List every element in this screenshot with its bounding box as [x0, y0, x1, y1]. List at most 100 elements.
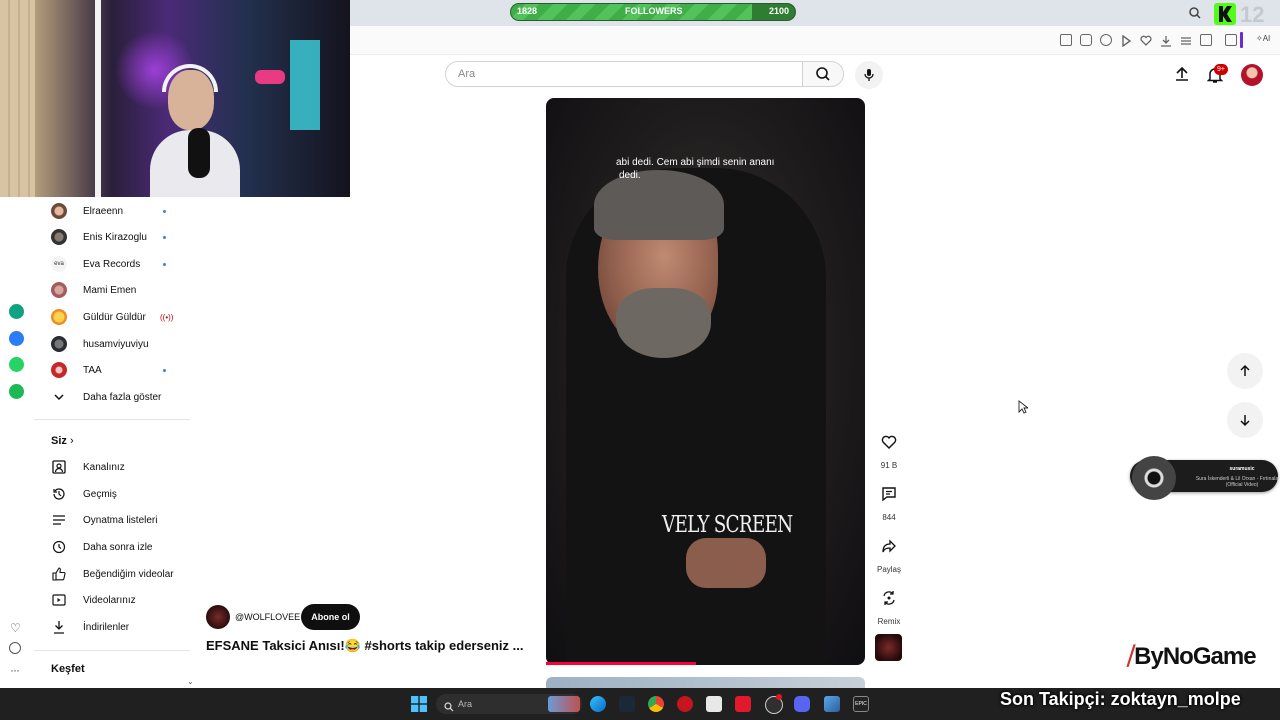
comment-button[interactable]: [872, 477, 906, 511]
history-icon[interactable]: [9, 642, 21, 654]
sidebar-item-watch-later[interactable]: Daha sonra izle: [34, 534, 190, 560]
video-person-beard: [616, 288, 711, 358]
previous-short-button[interactable]: [1227, 353, 1263, 389]
remix-action[interactable]: Remix: [872, 581, 906, 626]
sidebar-item-your-channel[interactable]: Kanalınız: [34, 454, 190, 480]
sidebar-item-subscription[interactable]: TAA: [34, 357, 190, 383]
messenger-icon[interactable]: [9, 331, 24, 346]
remix-icon: [883, 591, 895, 605]
discord-icon[interactable]: [794, 696, 810, 712]
whatsapp-icon[interactable]: [9, 357, 24, 372]
heart-icon[interactable]: ♡: [10, 621, 21, 635]
upload-button[interactable]: [1174, 66, 1190, 82]
followers-current: 1828: [517, 6, 538, 16]
sidebar-item-label: Mami Emen: [83, 284, 137, 296]
webcam-overlay: [0, 0, 350, 197]
sidebar-item-subscription[interactable]: Güldür Güldür ((•)): [34, 304, 190, 330]
now-playing-track: Sura İskenderli & Lil Orxan - Fırtınalar…: [1195, 476, 1280, 488]
like-button[interactable]: [872, 425, 906, 459]
video-title[interactable]: EFSANE Taksici Anısı!😂 #shorts takip ede…: [206, 638, 526, 654]
extension-icon[interactable]: [1225, 34, 1237, 46]
remix-button[interactable]: [872, 581, 906, 615]
sidebar-item-history[interactable]: Geçmiş: [34, 481, 190, 507]
you-section-heading[interactable]: Siz ›: [51, 435, 74, 447]
epic-games-icon[interactable]: EPIC: [853, 696, 869, 712]
new-content-dot: [163, 368, 166, 372]
show-more-button[interactable]: Daha fazla göster: [34, 384, 190, 410]
sidebar-item-label: Beğendiğim videolar: [83, 568, 174, 580]
video-caption: abi dedi. Cem abi şimdi senin ananı dedi…: [616, 156, 806, 182]
share-icon: [882, 539, 896, 553]
sidebar-item-label: Güldür Güldür: [83, 311, 146, 323]
search-button[interactable]: [802, 61, 844, 87]
channel-name[interactable]: @WOLFLOVEE: [235, 612, 300, 622]
short-video-player[interactable]: [546, 98, 865, 665]
sidebar-item-subscription[interactable]: Elraeenn: [34, 198, 190, 224]
windows-start-icon[interactable]: [411, 696, 427, 712]
share-button[interactable]: [872, 529, 906, 563]
heart-icon: [881, 435, 897, 449]
chrome-icon[interactable]: [648, 696, 664, 712]
followers-goal: 2100: [768, 6, 789, 16]
sidebar-item-your-videos[interactable]: Videolarınız: [34, 587, 190, 613]
like-count: 91 B: [880, 461, 898, 470]
chevron-right-icon: ›: [69, 435, 74, 447]
video-icon: [51, 592, 67, 608]
app-blue-icon[interactable]: [824, 696, 840, 712]
kick-logo-icon: [1214, 3, 1236, 25]
sidebar-item-downloads[interactable]: İndirilenler: [34, 614, 190, 640]
sound-thumbnail[interactable]: [875, 634, 902, 661]
ai-icon[interactable]: ✧AI: [1256, 34, 1270, 43]
search-input[interactable]: Ara: [445, 61, 803, 87]
sidebar-item-subscription[interactable]: Enis Kirazoglu: [34, 224, 190, 250]
subscribe-button[interactable]: Abone ol: [301, 604, 360, 630]
sidebar-item-subscription[interactable]: husamviyuviyu: [34, 331, 190, 357]
comment-action[interactable]: 844: [872, 477, 906, 522]
upload-icon: [1176, 66, 1188, 81]
shield-icon[interactable]: [1100, 34, 1112, 46]
video-progress-bar[interactable]: [546, 662, 696, 665]
channel-avatar[interactable]: [206, 605, 230, 629]
more-icon[interactable]: ···: [10, 663, 20, 677]
arrow-up-icon: [1240, 364, 1250, 376]
sidebar-item-liked-videos[interactable]: Beğendiğim videolar: [34, 561, 190, 587]
next-short-button[interactable]: [1227, 402, 1263, 438]
download-icon[interactable]: [1160, 34, 1172, 47]
edit-icon[interactable]: [1060, 34, 1072, 46]
account-avatar[interactable]: [1241, 64, 1263, 86]
download-icon: [51, 619, 67, 635]
sidebar: Elraeenn Enis Kirazoglu eva Eva Records …: [34, 197, 194, 687]
lock-icon[interactable]: [1200, 34, 1212, 46]
accent-indicator: [1240, 32, 1243, 48]
microphone: [188, 128, 210, 178]
steam-icon[interactable]: [619, 696, 635, 712]
sidebar-item-subscription[interactable]: eva Eva Records: [34, 251, 190, 277]
search-highlight-icon[interactable]: [548, 696, 580, 712]
app-red-icon[interactable]: [735, 696, 751, 712]
logo-text: ByNoGame: [1134, 643, 1256, 670]
notepad-icon[interactable]: [706, 696, 722, 712]
chatgpt-icon[interactable]: [9, 304, 24, 319]
share-action[interactable]: Paylaş: [872, 529, 906, 574]
menu-icon[interactable]: [1180, 34, 1192, 46]
live-icon: ((•)): [160, 312, 174, 322]
play-icon[interactable]: [1120, 34, 1132, 48]
camera-icon[interactable]: [1080, 34, 1092, 46]
clock-icon: [51, 539, 67, 555]
heart-icon[interactable]: [1140, 34, 1152, 46]
sidebar-item-subscription[interactable]: Mami Emen: [34, 277, 190, 303]
sidebar-item-playlists[interactable]: Oynatma listeleri: [34, 507, 190, 533]
microphone-icon: [864, 69, 874, 81]
search-icon[interactable]: [1188, 6, 1202, 20]
scroll-down-icon[interactable]: ⌄: [187, 677, 194, 686]
history-icon: [51, 486, 67, 502]
sidebar-item-label: Daha sonra izle: [83, 541, 153, 553]
opera-icon[interactable]: [677, 696, 693, 712]
like-action[interactable]: 91 B: [872, 425, 906, 470]
divider: [34, 419, 190, 420]
voice-search-button[interactable]: [855, 61, 883, 89]
spotify-icon[interactable]: [9, 384, 24, 399]
edge-icon[interactable]: [590, 696, 606, 712]
video-brand-overlay: VELY SCREEN: [662, 512, 793, 538]
sidebar-item-label: TAA: [83, 364, 102, 376]
